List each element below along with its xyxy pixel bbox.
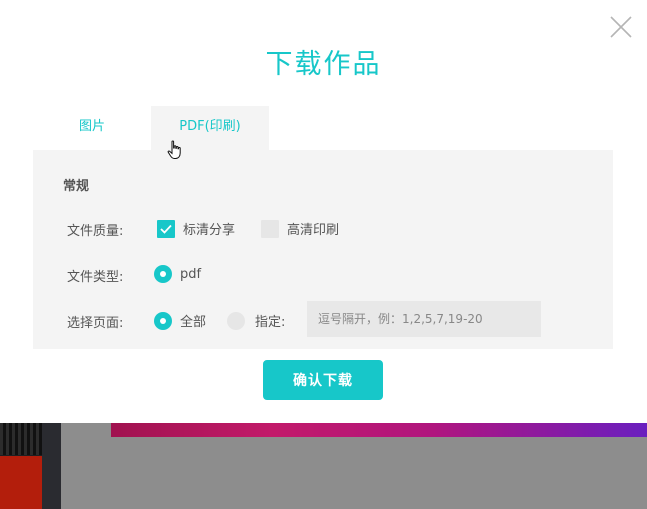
background-side-strip	[42, 423, 61, 509]
file-type-option-pdf-label: pdf	[180, 266, 202, 282]
file-type-option-pdf[interactable]: pdf	[154, 265, 201, 283]
pages-option-all-label: 全部	[180, 315, 207, 330]
confirm-download-button[interactable]: 确认下载	[263, 360, 383, 400]
radio-unselected-icon[interactable]	[227, 311, 245, 330]
download-options-panel: 常规 文件质量: 标清分享 高清印刷 文件类型: pdf 选择页面: 全部 指定…	[33, 150, 613, 349]
background-red-block	[0, 456, 42, 509]
quality-option-hd-label: 高清印刷	[287, 223, 340, 238]
checkbox-checked-icon[interactable]	[157, 219, 175, 238]
section-title: 常规	[63, 179, 90, 194]
quality-option-standard[interactable]: 标清分享	[157, 219, 235, 238]
hand-pointer-cursor-icon	[166, 140, 184, 160]
quality-option-hd[interactable]: 高清印刷	[261, 219, 339, 238]
pages-option-custom[interactable]: 指定:	[227, 311, 285, 330]
quality-label: 文件质量:	[67, 224, 124, 239]
radio-selected-icon[interactable]	[154, 265, 172, 283]
page-range-input[interactable]	[307, 301, 541, 337]
tab-image[interactable]: 图片	[33, 106, 151, 150]
file-type-label: 文件类型:	[67, 270, 124, 285]
dialog-title: 下载作品	[265, 49, 382, 80]
pages-label: 选择页面:	[67, 316, 124, 331]
background-banner-image	[111, 423, 647, 437]
radio-selected-icon[interactable]	[154, 311, 172, 330]
pages-option-all[interactable]: 全部	[154, 311, 206, 330]
quality-option-standard-label: 标清分享	[183, 223, 236, 238]
checkbox-unchecked-icon[interactable]	[261, 219, 279, 238]
download-dialog: 下载作品 图片 PDF(印刷) 常规 文件质量: 标清分享 高清印刷 文件类型:…	[0, 0, 647, 423]
pages-option-custom-label: 指定:	[255, 315, 286, 330]
close-icon[interactable]	[608, 14, 634, 40]
